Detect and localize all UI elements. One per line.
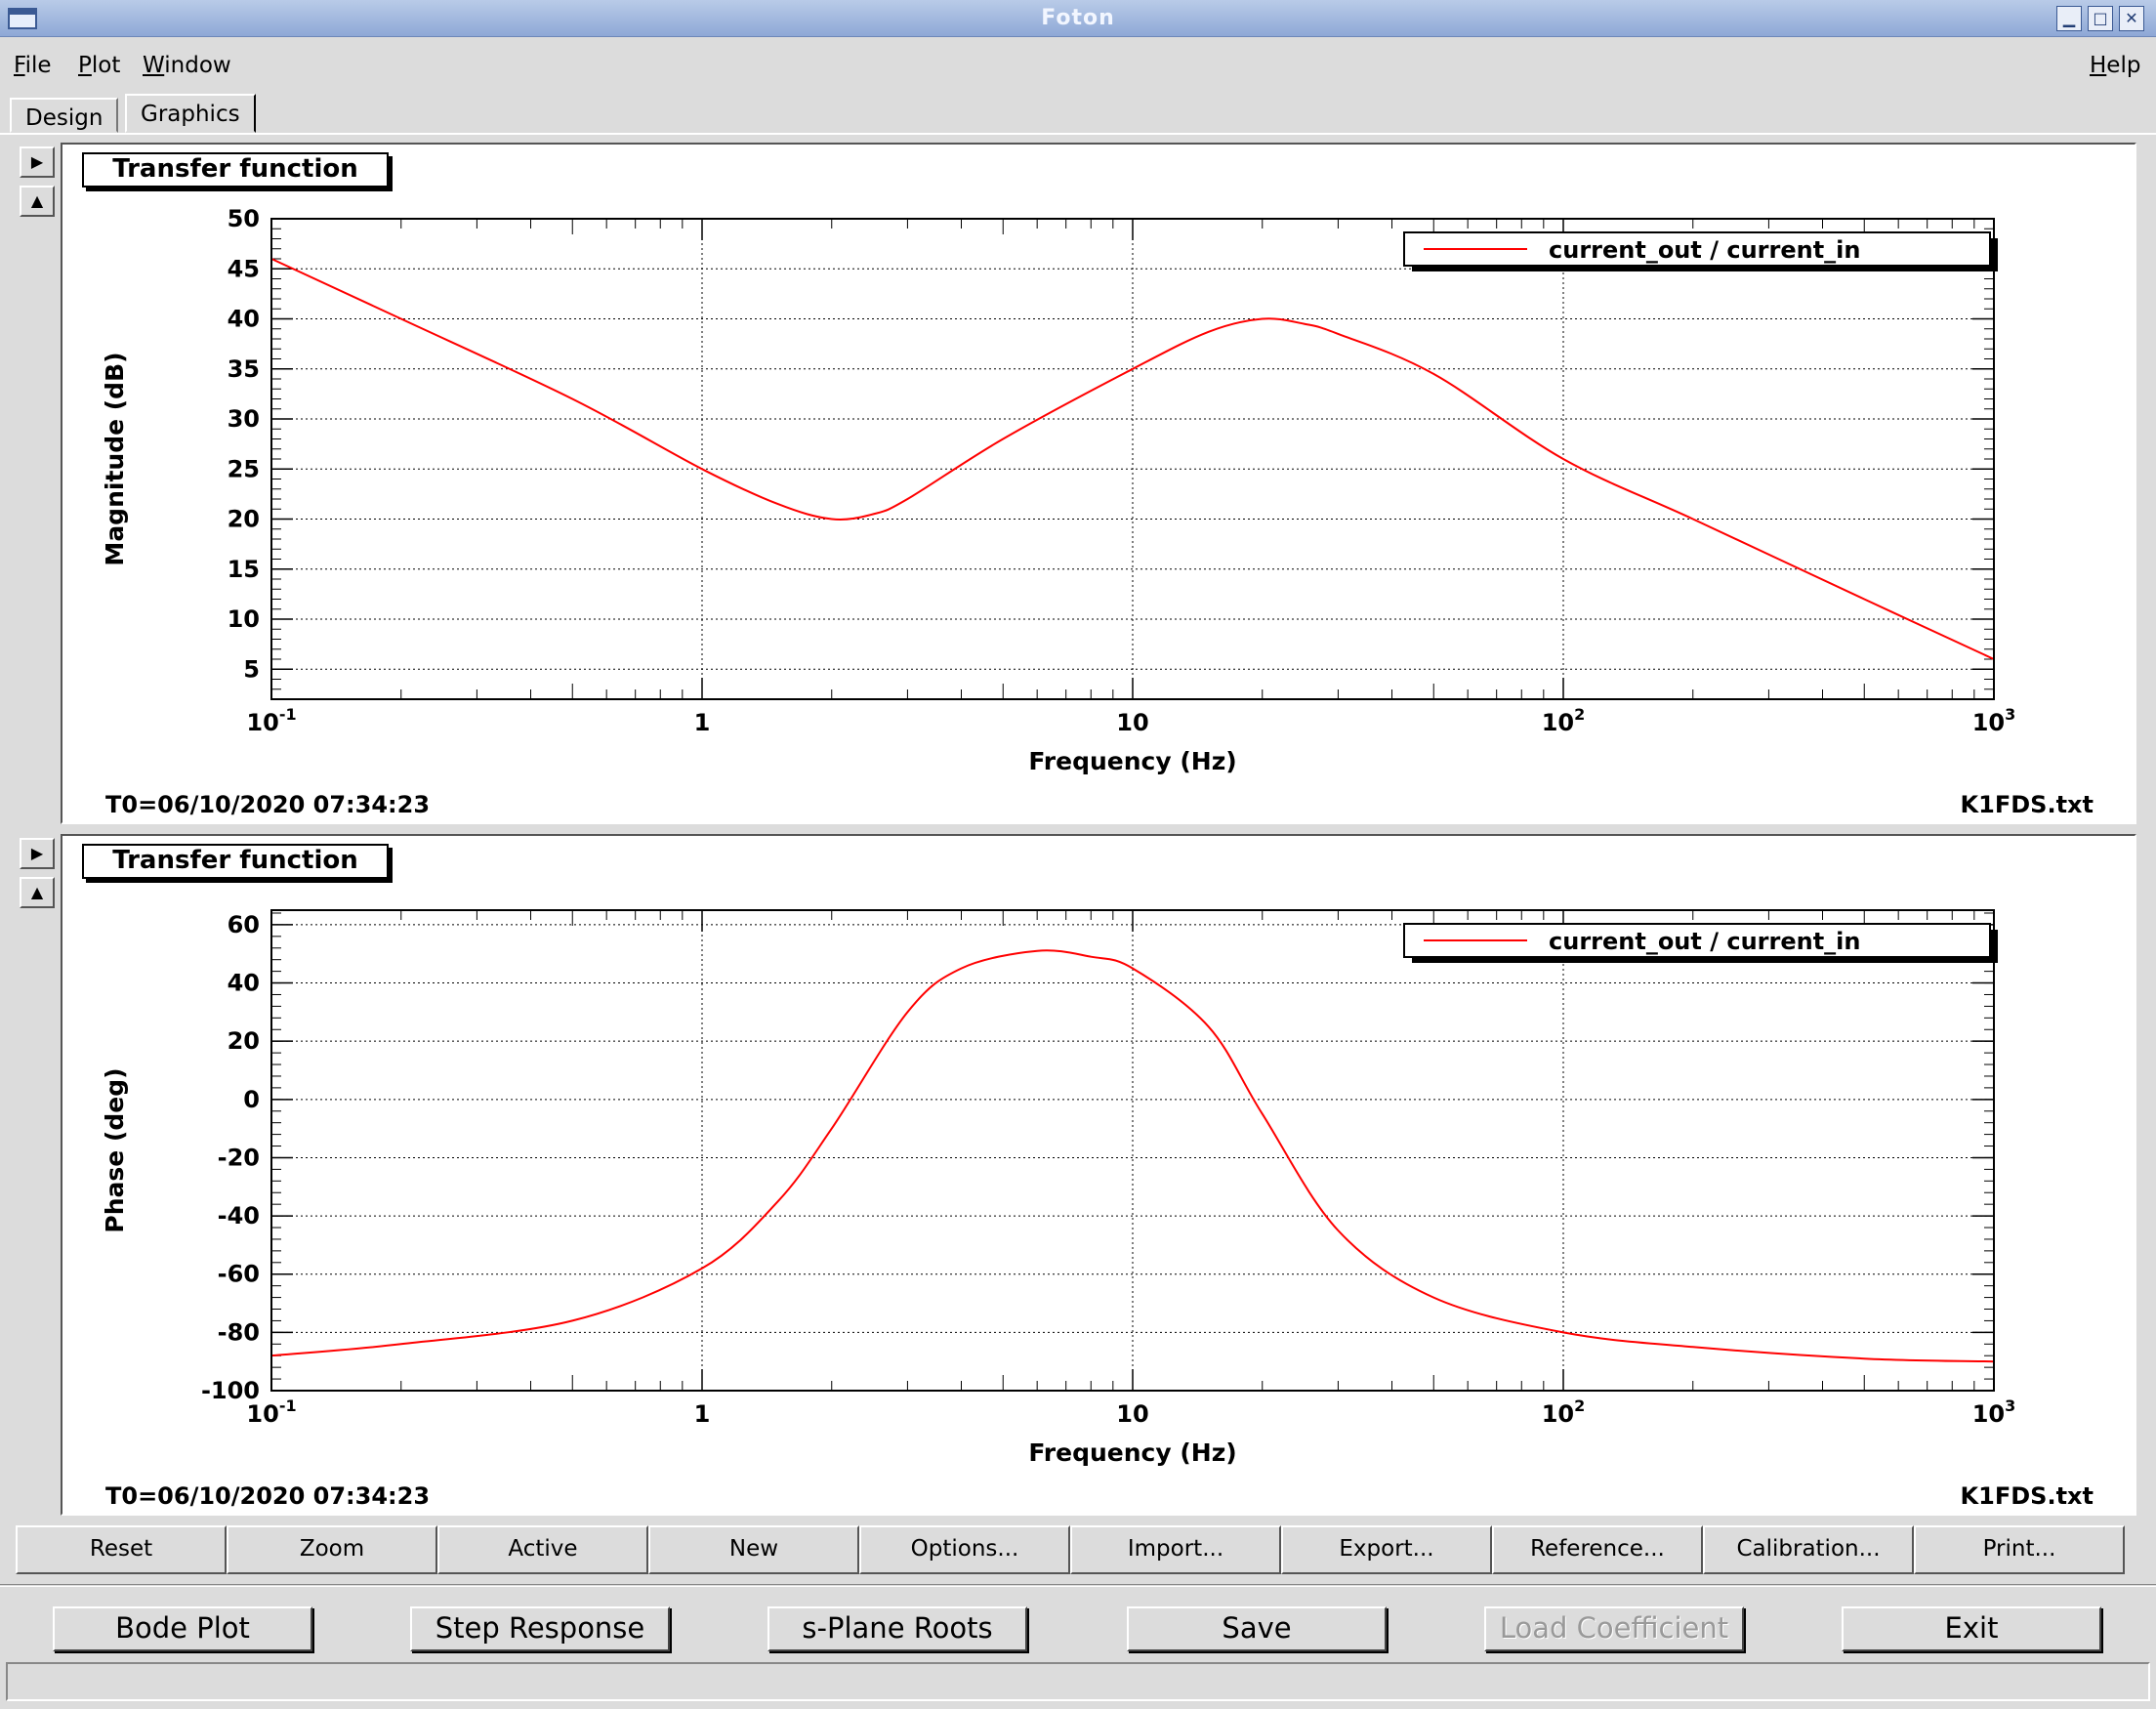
x-tick-label: 10: [1116, 709, 1148, 736]
y-tick-label: 25: [228, 455, 260, 482]
x-tick-label: 10-1: [246, 705, 296, 736]
y-axis-label: Phase (deg): [101, 1067, 129, 1232]
menu-help-mnemonic: H: [2090, 53, 2107, 78]
filename-label: K1FDS.txt: [1960, 791, 2094, 818]
x-tick-label: 1: [694, 1400, 711, 1428]
x-tick-label: 10: [1116, 1400, 1148, 1428]
save-button[interactable]: Save: [1127, 1606, 1387, 1651]
menu-help[interactable]: Help: [2090, 53, 2140, 78]
menu-help-label: elp: [2106, 53, 2141, 78]
x-tick-label: 1: [694, 709, 711, 736]
y-tick-label: 30: [228, 405, 260, 433]
y-tick-label: 10: [228, 605, 260, 633]
menu-bar: File Plot Window Help: [0, 45, 2156, 86]
phase-chart: 10-1 1 10 102 103-100-80-60-40-200204060 cur…: [101, 909, 2016, 1467]
y-tick-label: 5: [243, 655, 260, 683]
x-axis-label: Frequency (Hz): [1028, 747, 1236, 775]
zoom-button[interactable]: Zoom: [227, 1525, 437, 1574]
magnitude-plot-panel[interactable]: Transfer function 10-1 1 10 102 103 5 10 15 20 25…: [61, 143, 2136, 824]
menu-window-mnemonic: W: [143, 53, 165, 78]
y-tick-label: 20: [228, 506, 260, 533]
timestamp-label: T0=06/10/2020 07:34:23: [105, 791, 431, 818]
menu-file-mnemonic: F: [14, 53, 25, 78]
title-bar: Foton ▁ □ ✕: [0, 0, 2156, 37]
y-tick-label: -60: [218, 1261, 260, 1288]
phase-plot-panel[interactable]: Transfer function 10-1 1 10 102 103 -100 -80 -6…: [61, 834, 2136, 1516]
separator: [0, 1584, 2156, 1587]
y-tick-label: 60: [228, 911, 260, 938]
y-tick-label: -20: [218, 1144, 260, 1171]
import-button[interactable]: Import...: [1070, 1525, 1281, 1574]
y-tick-label: 15: [228, 556, 260, 583]
legend-label: current_out / current_in: [1549, 928, 1860, 955]
legend: current_out / current_in: [1403, 923, 1998, 963]
x-tick-label: 103: [1972, 705, 2016, 736]
close-icon[interactable]: ✕: [2119, 6, 2144, 31]
collapse-up-icon[interactable]: ▲: [20, 186, 55, 217]
reference-button[interactable]: Reference...: [1492, 1525, 1703, 1574]
x-axis-label: Frequency (Hz): [1028, 1438, 1236, 1467]
menu-window[interactable]: Window: [143, 53, 231, 78]
export-button[interactable]: Export...: [1281, 1525, 1492, 1574]
step-response-button[interactable]: Step Response: [410, 1606, 670, 1651]
tab-divider: [0, 133, 2156, 135]
y-tick-label: 40: [228, 306, 260, 333]
s-plane-roots-button[interactable]: s-Plane Roots: [767, 1606, 1027, 1651]
reset-button[interactable]: Reset: [16, 1525, 227, 1574]
minimize-icon[interactable]: ▁: [2056, 6, 2082, 31]
menu-plot[interactable]: Plot: [78, 53, 120, 78]
expand-right-icon[interactable]: ▶: [20, 146, 55, 178]
filename-label: K1FDS.txt: [1960, 1482, 2094, 1510]
menu-window-label: indow: [164, 53, 231, 78]
y-tick-label: -80: [218, 1318, 260, 1346]
y-tick-label: 45: [228, 255, 260, 282]
timestamp-label: T0=06/10/2020 07:34:23: [105, 1482, 431, 1510]
load-coefficient-button: Load Coefficient: [1484, 1606, 1744, 1651]
window-title: Foton: [1041, 6, 1115, 30]
legend-label: current_out / current_in: [1549, 236, 1860, 264]
tab-graphics[interactable]: Graphics: [125, 94, 256, 133]
y-tick-label: 0: [243, 1086, 260, 1113]
bode-plot-button[interactable]: Bode Plot: [53, 1606, 312, 1651]
print-button[interactable]: Print...: [1914, 1525, 2125, 1574]
x-tick-label: 102: [1542, 705, 1586, 736]
tab-design[interactable]: Design: [10, 98, 119, 133]
x-tick-label: 103: [1972, 1396, 2016, 1428]
x-tick-label: 102: [1542, 1396, 1586, 1428]
maximize-icon[interactable]: □: [2088, 6, 2113, 31]
new-button[interactable]: New: [648, 1525, 859, 1574]
calibration-button[interactable]: Calibration...: [1703, 1525, 1914, 1574]
legend: current_out / current_in: [1403, 231, 1998, 271]
active-button[interactable]: Active: [437, 1525, 648, 1574]
exit-button[interactable]: Exit: [1842, 1606, 2101, 1651]
menu-plot-mnemonic: P: [78, 53, 92, 78]
collapse-up-icon[interactable]: ▲: [20, 877, 55, 908]
menu-file-label: ile: [24, 53, 52, 78]
magnitude-chart: 10-1 1 10 102 103 5 10 15 20 25 30 35 40 45 50 current…: [101, 205, 2016, 775]
options-button[interactable]: Options...: [859, 1525, 1070, 1574]
y-tick-label: -100: [201, 1377, 260, 1404]
y-tick-label: 40: [228, 970, 260, 997]
menu-plot-label: lot: [91, 53, 121, 78]
y-axis-label: Magnitude (dB): [101, 352, 129, 565]
y-tick-label: 35: [228, 355, 260, 383]
y-tick-label: 50: [228, 205, 260, 232]
expand-right-icon[interactable]: ▶: [20, 838, 55, 869]
y-tick-label: -40: [218, 1202, 260, 1230]
menu-file[interactable]: File: [14, 53, 52, 78]
status-bar: [6, 1662, 2150, 1701]
y-tick-label: 20: [228, 1027, 260, 1055]
